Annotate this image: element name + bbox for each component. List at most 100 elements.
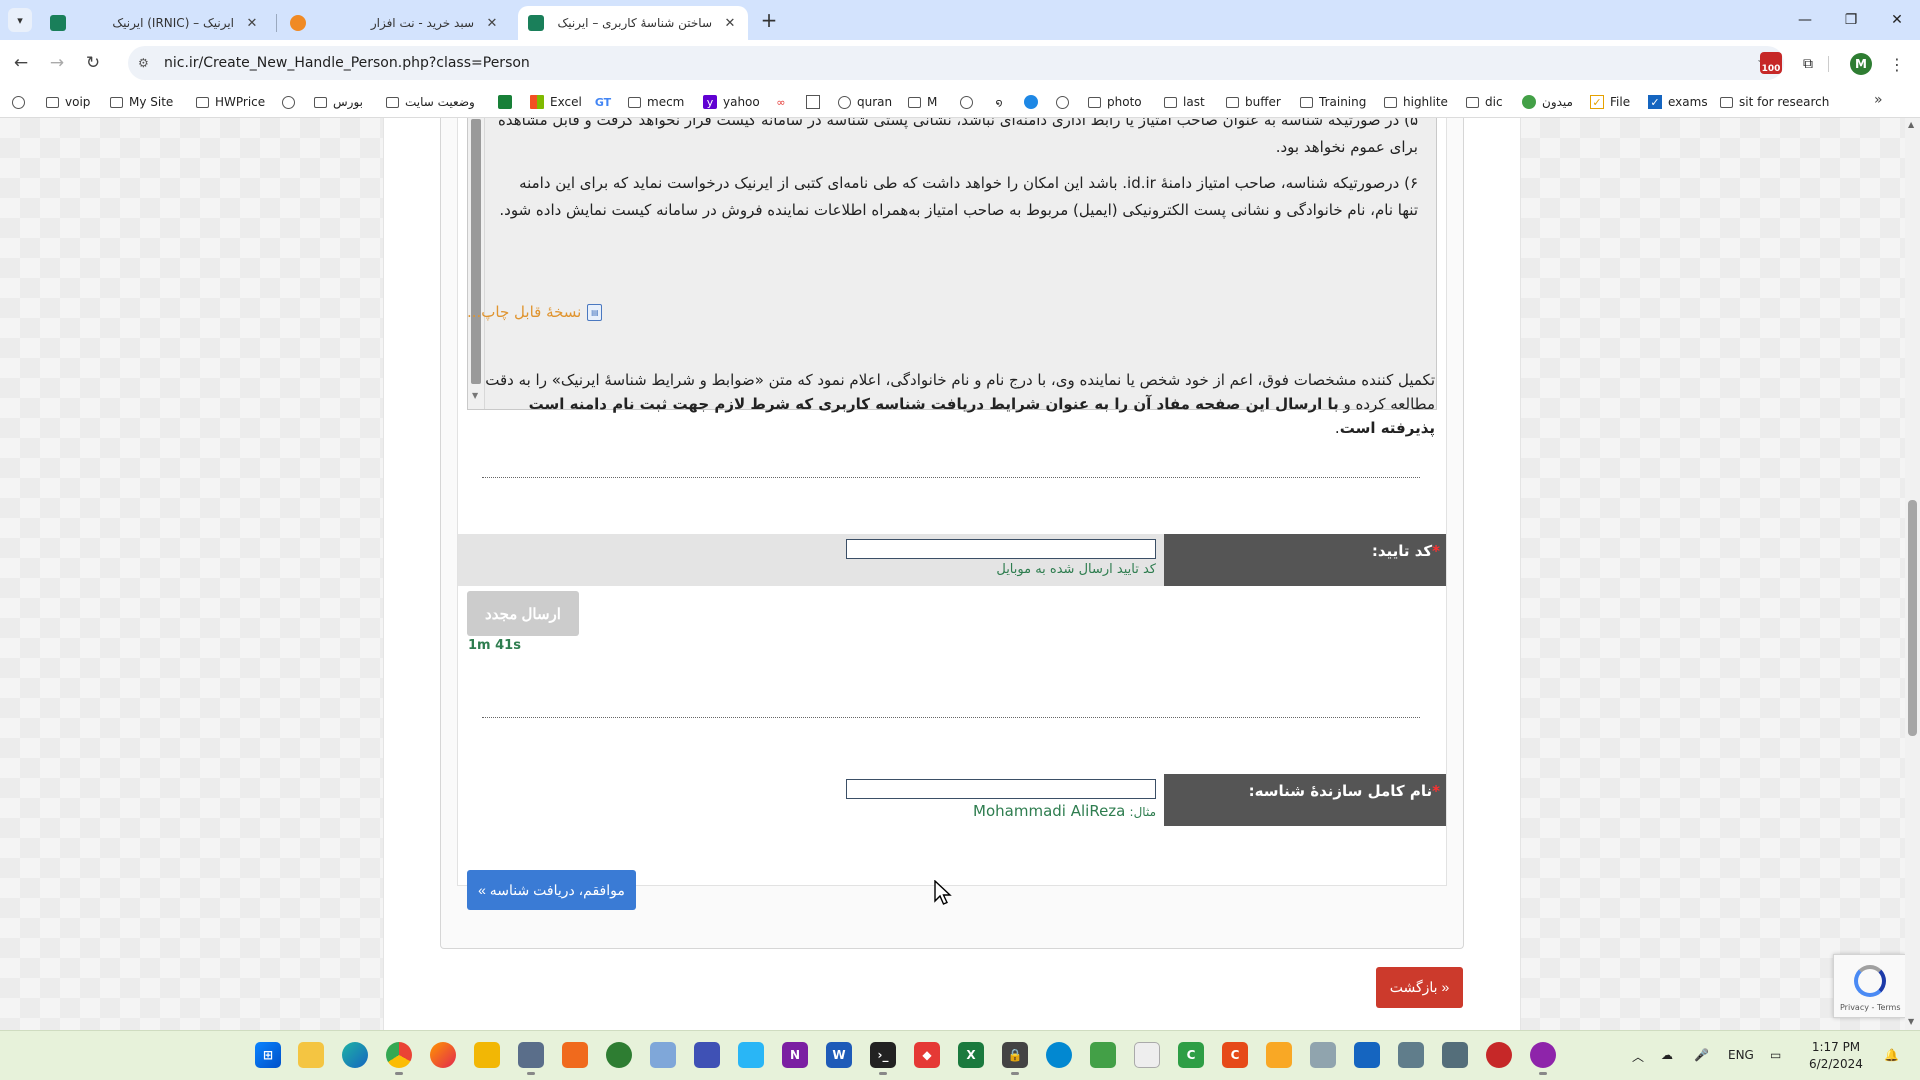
terms-scroll-thumb[interactable] (471, 119, 481, 384)
tab-search-button[interactable]: ▾ (8, 8, 32, 32)
verification-code-input[interactable] (846, 539, 1156, 559)
full-name-input[interactable] (846, 779, 1156, 799)
bookmark-mecm[interactable]: mecm (628, 93, 684, 111)
bookmark-blue-globe[interactable] (1024, 93, 1044, 111)
tab-create-handle[interactable]: ساختن شناسهٔ کاربری – ایرنیک ✕ (518, 6, 748, 40)
calculator-icon[interactable] (1442, 1042, 1468, 1068)
onenote-icon[interactable]: N (782, 1042, 808, 1068)
bookmark-site-status[interactable]: وضعیت سایت (386, 93, 475, 111)
document-icon[interactable] (1134, 1042, 1160, 1068)
chrome-icon[interactable] (386, 1042, 412, 1075)
anydesk-icon[interactable]: ◆ (914, 1042, 940, 1068)
bookmark-bourse[interactable]: بورس (314, 93, 363, 111)
copilot-icon[interactable] (1530, 1042, 1556, 1075)
bookmark-training[interactable]: Training (1300, 93, 1366, 111)
people-app-icon[interactable] (694, 1042, 720, 1068)
agree-get-handle-button[interactable]: موافقم، دریافت شناسه » (467, 870, 636, 910)
bookmark-yahoo[interactable]: y yahoo (703, 93, 760, 111)
monitor-app-icon[interactable] (738, 1042, 764, 1068)
page-scrollbar[interactable]: ▲ ▼ (1905, 118, 1920, 1030)
terms-scrollbar[interactable]: ▼ (468, 118, 485, 409)
photos-icon[interactable] (650, 1042, 676, 1068)
network-tool-icon[interactable] (1398, 1042, 1424, 1068)
bookmark-research[interactable]: sit for research (1720, 93, 1829, 111)
sync-app-icon[interactable] (1046, 1042, 1072, 1068)
extensions-puzzle-icon[interactable]: ⧉ (1797, 53, 1819, 75)
browser-menu-button[interactable]: ⋮ (1886, 52, 1908, 76)
onedrive-icon[interactable]: ☁ (1661, 1048, 1673, 1062)
yellow-app-icon[interactable] (1266, 1042, 1292, 1068)
printable-version-link[interactable]: ▤ نسخهٔ قابل چاپ... (467, 302, 603, 322)
bookmark-dic[interactable]: dic (1466, 93, 1503, 111)
close-tab-icon[interactable]: ✕ (484, 16, 500, 31)
app-flame-icon[interactable] (562, 1042, 588, 1068)
terminal-icon[interactable]: ›_ (870, 1042, 896, 1075)
language-indicator[interactable]: ENG (1728, 1048, 1754, 1062)
network-app-icon[interactable] (1090, 1042, 1116, 1068)
excel-icon[interactable]: X (958, 1042, 984, 1068)
bookmark-translate[interactable]: GT (594, 93, 618, 111)
scroll-down-arrow-icon[interactable]: ▼ (1908, 1017, 1914, 1026)
microphone-icon[interactable]: 🎤 (1694, 1048, 1709, 1062)
back-button[interactable]: « بازگشت (1376, 967, 1463, 1008)
bookmark-voip[interactable]: voip (46, 93, 90, 111)
scroll-up-arrow-icon[interactable]: ▲ (1908, 120, 1914, 129)
bookmark-swirl[interactable]: ໑ (992, 93, 1012, 111)
bookmark-globe[interactable] (1056, 93, 1075, 111)
bookmark-link[interactable]: ∞ (774, 93, 794, 111)
bookmark-my-site[interactable]: My Site (110, 93, 173, 111)
tab-shopping-cart[interactable]: سبد خرید - نت افزار ✕ (280, 6, 510, 40)
lock-app-icon[interactable]: 🔒 (1002, 1042, 1028, 1075)
restore-button[interactable]: ❐ (1828, 0, 1874, 40)
windows-start-icon[interactable]: ⊞ (255, 1042, 281, 1068)
player-icon[interactable] (474, 1042, 500, 1068)
resend-code-button[interactable]: ارسال مجدد (467, 591, 579, 636)
bookmark-photo[interactable]: photo (1088, 93, 1142, 111)
close-tab-icon[interactable]: ✕ (244, 16, 260, 31)
bookmark-sheets[interactable] (498, 93, 518, 111)
profile-avatar[interactable]: M (1850, 53, 1872, 75)
app-red-circle-icon[interactable] (1486, 1042, 1512, 1068)
file-explorer-icon[interactable] (298, 1042, 324, 1068)
notifications-icon[interactable]: 🔔 (1884, 1048, 1899, 1062)
close-window-button[interactable]: ✕ (1874, 0, 1920, 40)
site-info-icon[interactable]: ⚙ (138, 56, 156, 70)
recaptcha-badge[interactable]: Privacy - Terms (1833, 954, 1905, 1018)
recaptcha-links[interactable]: Privacy - Terms (1840, 1003, 1901, 1012)
new-tab-button[interactable]: + (757, 8, 781, 32)
word-icon[interactable]: W (826, 1042, 852, 1068)
tray-overflow-icon[interactable]: ︿ (1632, 1048, 1644, 1065)
chart-app-icon[interactable] (1310, 1042, 1336, 1068)
bookmark-news[interactable] (806, 93, 826, 111)
bookmark-quran[interactable]: quran (838, 93, 892, 111)
green-app-icon[interactable]: C (1178, 1042, 1204, 1068)
address-bar[interactable]: ⚙ nic.ir/Create_New_Handle_Person.php?cl… (128, 46, 1784, 80)
bookmarks-overflow-button[interactable]: » (1874, 92, 1883, 108)
system-clock[interactable]: 1:17 PM 6/2/2024 (1797, 1039, 1875, 1073)
bookmark-m[interactable]: M (908, 93, 937, 111)
forward-nav-button[interactable]: → (42, 48, 72, 78)
tab-irnic-home[interactable]: ایرنیک – (IRNIC) ایرنیک ✕ (40, 6, 270, 40)
address-url[interactable]: nic.ir/Create_New_Handle_Person.php?clas… (164, 55, 530, 71)
notepad-icon[interactable] (1354, 1042, 1380, 1068)
terms-box[interactable]: ▼ ۵) در صورتیکه شناسه به عنوان صاحب امتی… (467, 118, 1437, 410)
editor-icon[interactable] (518, 1042, 544, 1075)
bookmark-highlite[interactable]: highlite (1384, 93, 1448, 111)
bookmark-last[interactable]: last (1164, 93, 1205, 111)
minimize-button[interactable]: — (1782, 0, 1828, 40)
edge-icon[interactable] (342, 1042, 368, 1068)
firefox-icon[interactable] (430, 1042, 456, 1068)
globe-app-icon[interactable] (606, 1042, 632, 1068)
network-icon[interactable]: ▭ (1770, 1048, 1781, 1062)
bookmark-meydoon[interactable]: میدون (1522, 93, 1573, 111)
page-scroll-thumb[interactable] (1908, 500, 1917, 736)
red-app-icon[interactable]: C (1222, 1042, 1248, 1068)
bookmark-excel[interactable]: Excel (530, 93, 582, 111)
extension-calendar-icon[interactable]: 100 (1760, 52, 1782, 74)
bookmark-buffer[interactable]: buffer (1226, 93, 1281, 111)
bookmark-exams[interactable]: ✓ exams (1648, 93, 1708, 111)
bookmark-hwprice[interactable]: HWPrice (196, 93, 265, 111)
bookmark-file[interactable]: ✓ File (1590, 93, 1630, 111)
reload-button[interactable]: ↻ (78, 48, 108, 78)
back-nav-button[interactable]: ← (6, 48, 36, 78)
